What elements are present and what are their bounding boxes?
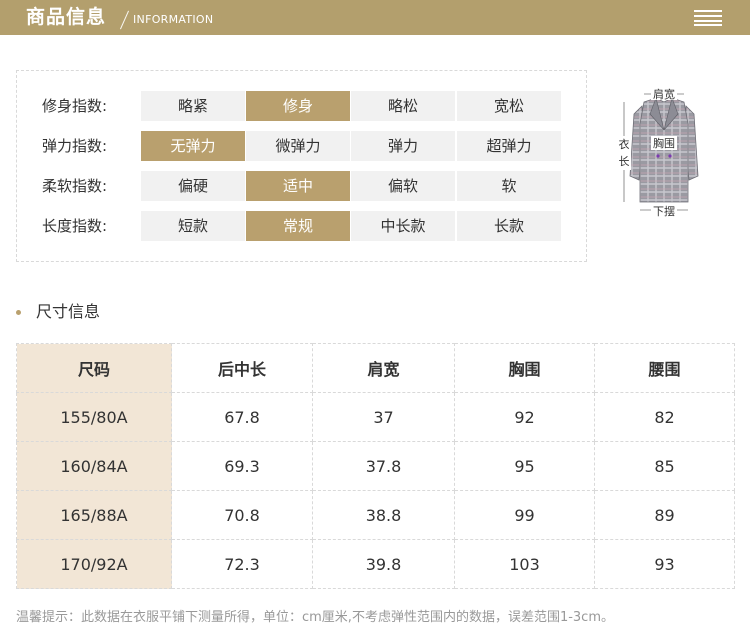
fit-option: 修身 — [246, 91, 350, 121]
table-row: 155/80A 67.8 37 92 82 — [16, 392, 735, 442]
softness-option: 偏软 — [351, 171, 455, 201]
table-cell: 85 — [594, 441, 735, 491]
index-label: 修身指数: — [42, 97, 108, 115]
table-cell: 103 — [454, 539, 595, 589]
length-option: 长款 — [457, 211, 561, 241]
table-cell: 39.8 — [312, 539, 455, 589]
length-label-char: 长 — [619, 155, 630, 168]
softness-index-row: 柔软指数: 偏硬 适中 偏软 软 — [17, 171, 588, 201]
chest-label: 胸围 — [653, 136, 675, 150]
length-option: 短款 — [141, 211, 245, 241]
table-cell: 69.3 — [171, 441, 313, 491]
table-cell: 37 — [312, 392, 455, 442]
table-cell: 70.8 — [171, 490, 313, 540]
length-option: 常规 — [246, 211, 350, 241]
table-row: 170/92A 72.3 39.8 103 93 — [16, 539, 735, 589]
size-cell: 170/92A — [16, 539, 172, 589]
table-header-row: 尺码 后中长 肩宽 胸围 腰围 — [16, 343, 735, 393]
column-header: 腰围 — [594, 343, 735, 393]
table-cell: 72.3 — [171, 539, 313, 589]
table-cell: 67.8 — [171, 392, 313, 442]
elasticity-index-row: 弹力指数: 无弹力 微弹力 弹力 超弹力 — [17, 131, 588, 161]
elasticity-option: 弹力 — [351, 131, 455, 161]
table-row: 160/84A 69.3 37.8 95 85 — [16, 441, 735, 491]
menu-icon[interactable] — [694, 10, 722, 26]
hem-label: 下摆 — [653, 204, 675, 218]
size-cell: 155/80A — [16, 392, 172, 442]
table-cell: 93 — [594, 539, 735, 589]
column-header: 尺码 — [16, 343, 172, 393]
softness-option: 偏硬 — [141, 171, 245, 201]
column-header: 后中长 — [171, 343, 313, 393]
size-section-title: 尺寸信息 — [36, 302, 101, 321]
fit-option: 略松 — [351, 91, 455, 121]
header-bar: 商品信息 INFORMATION — [0, 0, 750, 35]
size-cell: 160/84A — [16, 441, 172, 491]
table-row: 165/88A 70.8 38.8 99 89 — [16, 490, 735, 540]
table-cell: 38.8 — [312, 490, 455, 540]
product-index-panel: 修身指数: 略紧 修身 略松 宽松 弹力指数: 无弹力 微弹力 弹力 超弹力 柔… — [16, 70, 587, 262]
jacket-measurement-figure: 肩宽 衣 长 胸围 下摆 — [617, 87, 699, 218]
page-title: 商品信息 — [26, 6, 107, 28]
table-cell: 95 — [454, 441, 595, 491]
size-table: 尺码 后中长 肩宽 胸围 腰围 155/80A 67.8 37 92 82 16… — [16, 343, 735, 589]
shoulder-label: 肩宽 — [653, 87, 675, 101]
elasticity-option: 无弹力 — [141, 131, 245, 161]
softness-option: 适中 — [246, 171, 350, 201]
size-cell: 165/88A — [16, 490, 172, 540]
page-subtitle: INFORMATION — [133, 13, 214, 26]
column-header: 胸围 — [454, 343, 595, 393]
table-cell: 92 — [454, 392, 595, 442]
table-cell: 89 — [594, 490, 735, 540]
elasticity-option: 微弹力 — [246, 131, 350, 161]
fit-index-row: 修身指数: 略紧 修身 略松 宽松 — [17, 91, 588, 121]
measurement-note: 温馨提示：此数据在衣服平铺下测量所得，单位：cm厘米,不考虑弹性范围内的数据，误… — [16, 610, 614, 625]
table-cell: 99 — [454, 490, 595, 540]
softness-option: 软 — [457, 171, 561, 201]
column-header: 肩宽 — [312, 343, 455, 393]
fit-option: 宽松 — [457, 91, 561, 121]
length-label-char: 衣 — [619, 137, 630, 151]
length-index-row: 长度指数: 短款 常规 中长款 长款 — [17, 211, 588, 241]
title-divider — [119, 10, 130, 30]
bullet-dot-icon — [16, 310, 21, 315]
index-label: 长度指数: — [42, 217, 108, 235]
table-cell: 37.8 — [312, 441, 455, 491]
index-label: 柔软指数: — [42, 177, 108, 195]
fit-option: 略紧 — [141, 91, 245, 121]
table-cell: 82 — [594, 392, 735, 442]
index-label: 弹力指数: — [42, 137, 108, 155]
length-option: 中长款 — [351, 211, 455, 241]
elasticity-option: 超弹力 — [457, 131, 561, 161]
